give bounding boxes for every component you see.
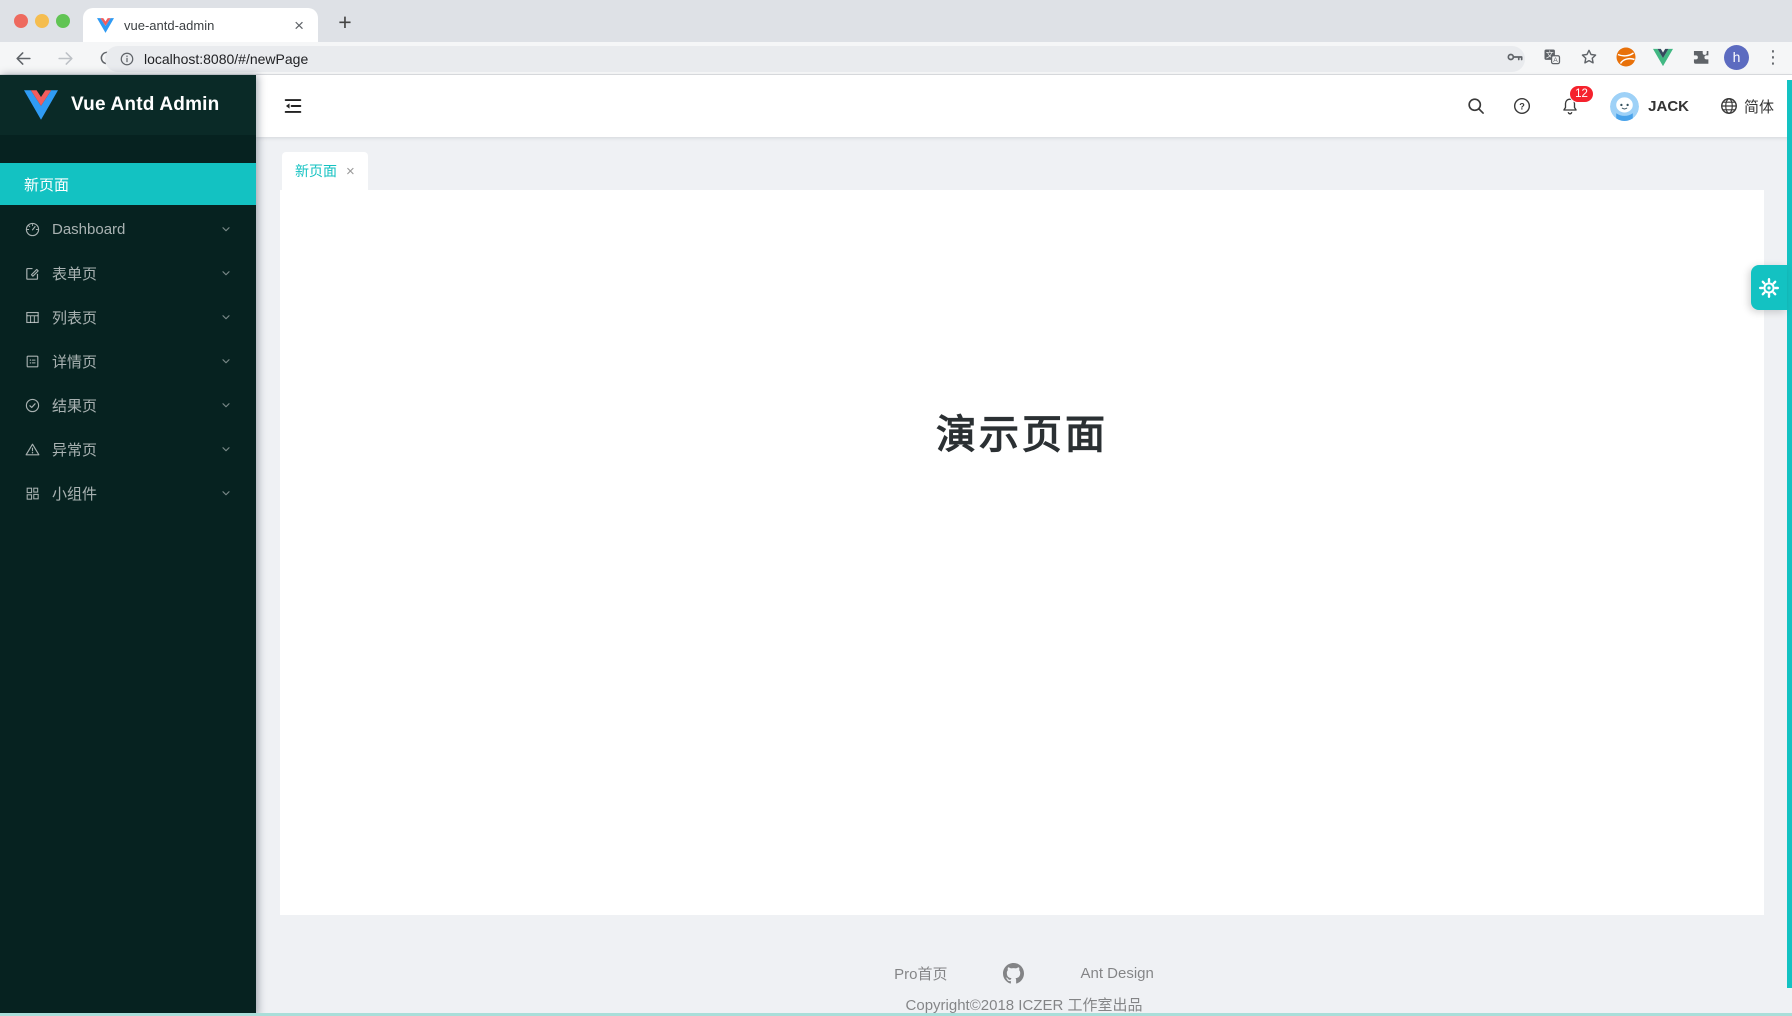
sidebar-item-label: 详情页 [52, 351, 97, 372]
browser-window: vue-antd-admin × + localhost:8080/#/newP… [0, 0, 1792, 1016]
app-title: Vue Antd Admin [71, 94, 219, 116]
svg-text:?: ? [1519, 101, 1525, 111]
svg-text:A: A [1553, 57, 1558, 64]
favicon-vue-logo [97, 18, 114, 33]
globe-icon [1719, 96, 1739, 116]
sidebar-menu: 新页面 Dashboard 表单页 [0, 135, 256, 513]
vue-logo-icon [24, 90, 58, 120]
chevron-down-icon [220, 399, 232, 411]
app-logo[interactable]: Vue Antd Admin [0, 75, 256, 135]
notifications[interactable]: 12 [1560, 96, 1580, 116]
address-bar[interactable]: localhost:8080/#/newPage [105, 46, 1525, 72]
browser-menu-icon[interactable]: ⋮ [1760, 44, 1786, 70]
warning-icon [24, 441, 41, 458]
back-icon[interactable] [10, 45, 36, 71]
page-tab-label: 新页面 [295, 161, 337, 181]
sidebar-item-label: 新页面 [24, 174, 69, 195]
language-label: 简体 [1744, 96, 1774, 117]
window-controls [14, 14, 70, 28]
sidebar: Vue Antd Admin 新页面 Dashboard 表单页 [0, 75, 256, 1016]
tab-close-icon[interactable]: × [290, 17, 308, 34]
url-text[interactable]: localhost:8080/#/newPage [144, 51, 308, 67]
browser-tab[interactable]: vue-antd-admin × [83, 8, 318, 42]
extensions-puzzle-icon[interactable] [1687, 44, 1713, 70]
sidebar-item-label: Dashboard [52, 221, 125, 238]
browser-tab-title: vue-antd-admin [124, 18, 290, 33]
chevron-down-icon [220, 355, 232, 367]
sidebar-item-dashboard[interactable]: Dashboard [0, 209, 256, 249]
sidebar-item-result[interactable]: 结果页 [0, 385, 256, 425]
zoom-window-button[interactable] [56, 14, 70, 28]
main-area: 新页面 × 演示页面 Pro首页 Ant Design Copyright©20… [256, 137, 1792, 1016]
sidebar-item-list[interactable]: 列表页 [0, 297, 256, 337]
sidebar-item-label: 表单页 [52, 263, 97, 284]
sidebar-item-detail[interactable]: 详情页 [0, 341, 256, 381]
sidebar-item-form[interactable]: 表单页 [0, 253, 256, 293]
bookmark-star-icon[interactable] [1576, 44, 1602, 70]
sidebar-item-widgets[interactable]: 小组件 [0, 473, 256, 513]
close-window-button[interactable] [14, 14, 28, 28]
page-title: 演示页面 [280, 190, 1764, 460]
page-info-icon[interactable] [119, 51, 135, 67]
check-circle-icon [24, 397, 41, 414]
search-icon[interactable] [1466, 96, 1486, 116]
page-tab-new-page[interactable]: 新页面 × [282, 152, 368, 190]
sidebar-item-label: 小组件 [52, 483, 97, 504]
page-tab-close-icon[interactable]: × [346, 163, 355, 180]
settings-drawer-edge [1787, 80, 1792, 988]
translate-icon[interactable]: 文A [1539, 44, 1565, 70]
footer-link-pro-home[interactable]: Pro首页 [894, 963, 947, 984]
password-key-icon[interactable] [1502, 44, 1528, 70]
chevron-down-icon [220, 267, 232, 279]
sidebar-item-label: 异常页 [52, 439, 97, 460]
username[interactable]: JACK [1648, 98, 1689, 115]
forward-icon [52, 45, 78, 71]
table-icon [24, 309, 41, 326]
settings-gear-button[interactable] [1751, 265, 1787, 310]
minimize-window-button[interactable] [35, 14, 49, 28]
new-tab-button[interactable]: + [332, 9, 358, 35]
menu-fold-icon[interactable] [282, 95, 304, 117]
vue-devtools-icon[interactable] [1650, 44, 1676, 70]
github-icon[interactable] [1003, 963, 1024, 984]
footer-link-ant-design[interactable]: Ant Design [1080, 965, 1153, 982]
extension-orange-icon[interactable] [1613, 44, 1639, 70]
user-avatar[interactable] [1610, 92, 1639, 121]
chevron-down-icon [220, 443, 232, 455]
app-header: ? 12 JACK 简体 [256, 75, 1792, 137]
profile-icon [24, 353, 41, 370]
chevron-down-icon [220, 487, 232, 499]
content-card: 演示页面 [280, 190, 1764, 915]
footer-copyright: Copyright©2018 ICZER 工作室出品 [256, 994, 1792, 1015]
browser-profile-avatar[interactable]: h [1724, 45, 1749, 70]
browser-tabstrip: vue-antd-admin × + [0, 0, 1792, 42]
sidebar-item-label: 列表页 [52, 307, 97, 328]
footer-links: Pro首页 Ant Design [256, 963, 1792, 984]
language-switcher[interactable]: 简体 [1719, 96, 1774, 117]
sidebar-item-new-page[interactable]: 新页面 [0, 163, 256, 205]
gear-icon [1757, 276, 1781, 300]
sidebar-item-exception[interactable]: 异常页 [0, 429, 256, 469]
dashboard-icon [24, 221, 41, 238]
chevron-down-icon [220, 311, 232, 323]
sidebar-item-label: 结果页 [52, 395, 97, 416]
help-icon[interactable]: ? [1512, 96, 1532, 116]
form-icon [24, 265, 41, 282]
appstore-icon [24, 485, 41, 502]
notification-badge: 12 [1569, 85, 1594, 103]
chevron-down-icon [220, 223, 232, 235]
